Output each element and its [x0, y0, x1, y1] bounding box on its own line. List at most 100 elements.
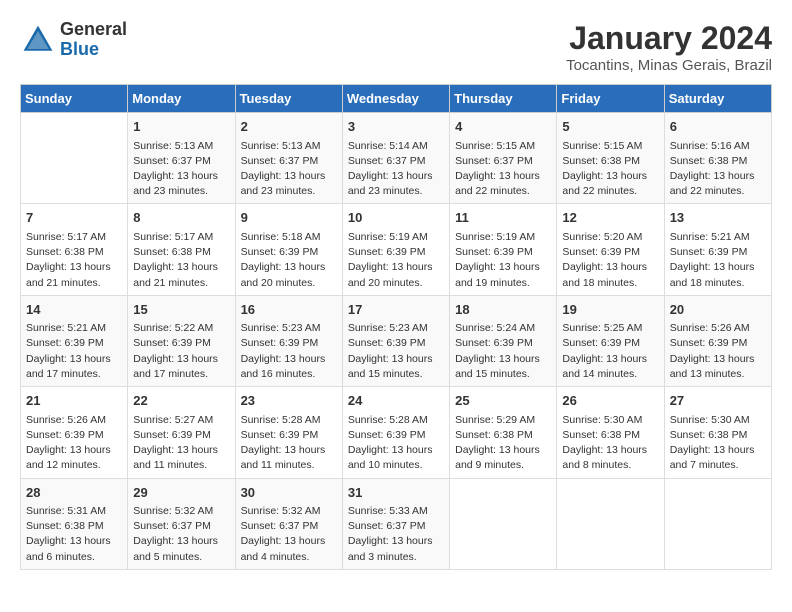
calendar-cell: 27Sunrise: 5:30 AM Sunset: 6:38 PM Dayli… — [664, 387, 771, 478]
calendar-cell: 17Sunrise: 5:23 AM Sunset: 6:39 PM Dayli… — [342, 295, 449, 386]
calendar-cell: 16Sunrise: 5:23 AM Sunset: 6:39 PM Dayli… — [235, 295, 342, 386]
col-saturday: Saturday — [664, 85, 771, 113]
day-detail: Sunrise: 5:20 AM Sunset: 6:39 PM Dayligh… — [562, 230, 658, 291]
calendar-cell: 15Sunrise: 5:22 AM Sunset: 6:39 PM Dayli… — [128, 295, 235, 386]
day-detail: Sunrise: 5:23 AM Sunset: 6:39 PM Dayligh… — [241, 321, 337, 382]
calendar-cell: 23Sunrise: 5:28 AM Sunset: 6:39 PM Dayli… — [235, 387, 342, 478]
calendar-cell: 13Sunrise: 5:21 AM Sunset: 6:39 PM Dayli… — [664, 204, 771, 295]
calendar-cell: 12Sunrise: 5:20 AM Sunset: 6:39 PM Dayli… — [557, 204, 664, 295]
day-number: 1 — [133, 117, 229, 137]
day-number: 21 — [26, 391, 122, 411]
day-detail: Sunrise: 5:30 AM Sunset: 6:38 PM Dayligh… — [670, 413, 766, 474]
calendar-cell: 7Sunrise: 5:17 AM Sunset: 6:38 PM Daylig… — [21, 204, 128, 295]
col-sunday: Sunday — [21, 85, 128, 113]
calendar-cell: 30Sunrise: 5:32 AM Sunset: 6:37 PM Dayli… — [235, 478, 342, 569]
day-number: 25 — [455, 391, 551, 411]
col-tuesday: Tuesday — [235, 85, 342, 113]
calendar-cell: 24Sunrise: 5:28 AM Sunset: 6:39 PM Dayli… — [342, 387, 449, 478]
calendar-cell: 31Sunrise: 5:33 AM Sunset: 6:37 PM Dayli… — [342, 478, 449, 569]
day-detail: Sunrise: 5:28 AM Sunset: 6:39 PM Dayligh… — [348, 413, 444, 474]
calendar-cell: 6Sunrise: 5:16 AM Sunset: 6:38 PM Daylig… — [664, 113, 771, 204]
calendar-cell: 26Sunrise: 5:30 AM Sunset: 6:38 PM Dayli… — [557, 387, 664, 478]
day-detail: Sunrise: 5:27 AM Sunset: 6:39 PM Dayligh… — [133, 413, 229, 474]
day-number: 22 — [133, 391, 229, 411]
calendar-cell: 11Sunrise: 5:19 AM Sunset: 6:39 PM Dayli… — [450, 204, 557, 295]
calendar-table: Sunday Monday Tuesday Wednesday Thursday… — [20, 84, 772, 570]
day-detail: Sunrise: 5:23 AM Sunset: 6:39 PM Dayligh… — [348, 321, 444, 382]
day-detail: Sunrise: 5:25 AM Sunset: 6:39 PM Dayligh… — [562, 321, 658, 382]
day-number: 17 — [348, 300, 444, 320]
calendar-cell: 8Sunrise: 5:17 AM Sunset: 6:38 PM Daylig… — [128, 204, 235, 295]
day-detail: Sunrise: 5:17 AM Sunset: 6:38 PM Dayligh… — [133, 230, 229, 291]
day-detail: Sunrise: 5:24 AM Sunset: 6:39 PM Dayligh… — [455, 321, 551, 382]
day-number: 27 — [670, 391, 766, 411]
day-detail: Sunrise: 5:26 AM Sunset: 6:39 PM Dayligh… — [670, 321, 766, 382]
day-detail: Sunrise: 5:19 AM Sunset: 6:39 PM Dayligh… — [455, 230, 551, 291]
day-number: 7 — [26, 208, 122, 228]
day-detail: Sunrise: 5:32 AM Sunset: 6:37 PM Dayligh… — [133, 504, 229, 565]
calendar-cell: 20Sunrise: 5:26 AM Sunset: 6:39 PM Dayli… — [664, 295, 771, 386]
logo: General Blue — [20, 20, 127, 60]
day-detail: Sunrise: 5:15 AM Sunset: 6:38 PM Dayligh… — [562, 139, 658, 200]
calendar-cell: 5Sunrise: 5:15 AM Sunset: 6:38 PM Daylig… — [557, 113, 664, 204]
day-detail: Sunrise: 5:15 AM Sunset: 6:37 PM Dayligh… — [455, 139, 551, 200]
calendar-cell: 19Sunrise: 5:25 AM Sunset: 6:39 PM Dayli… — [557, 295, 664, 386]
day-number: 16 — [241, 300, 337, 320]
calendar-week-row: 1Sunrise: 5:13 AM Sunset: 6:37 PM Daylig… — [21, 113, 772, 204]
day-number: 4 — [455, 117, 551, 137]
day-detail: Sunrise: 5:26 AM Sunset: 6:39 PM Dayligh… — [26, 413, 122, 474]
calendar-cell: 29Sunrise: 5:32 AM Sunset: 6:37 PM Dayli… — [128, 478, 235, 569]
col-monday: Monday — [128, 85, 235, 113]
day-number: 31 — [348, 483, 444, 503]
calendar-week-row: 14Sunrise: 5:21 AM Sunset: 6:39 PM Dayli… — [21, 295, 772, 386]
day-detail: Sunrise: 5:13 AM Sunset: 6:37 PM Dayligh… — [241, 139, 337, 200]
day-number: 9 — [241, 208, 337, 228]
calendar-cell: 10Sunrise: 5:19 AM Sunset: 6:39 PM Dayli… — [342, 204, 449, 295]
calendar-cell — [557, 478, 664, 569]
calendar-cell — [21, 113, 128, 204]
col-wednesday: Wednesday — [342, 85, 449, 113]
day-detail: Sunrise: 5:30 AM Sunset: 6:38 PM Dayligh… — [562, 413, 658, 474]
day-number: 6 — [670, 117, 766, 137]
day-number: 3 — [348, 117, 444, 137]
calendar-cell: 1Sunrise: 5:13 AM Sunset: 6:37 PM Daylig… — [128, 113, 235, 204]
day-detail: Sunrise: 5:19 AM Sunset: 6:39 PM Dayligh… — [348, 230, 444, 291]
day-detail: Sunrise: 5:22 AM Sunset: 6:39 PM Dayligh… — [133, 321, 229, 382]
day-detail: Sunrise: 5:21 AM Sunset: 6:39 PM Dayligh… — [26, 321, 122, 382]
calendar-cell: 25Sunrise: 5:29 AM Sunset: 6:38 PM Dayli… — [450, 387, 557, 478]
sub-title: Tocantins, Minas Gerais, Brazil — [566, 57, 772, 74]
day-detail: Sunrise: 5:21 AM Sunset: 6:39 PM Dayligh… — [670, 230, 766, 291]
day-number: 19 — [562, 300, 658, 320]
day-number: 10 — [348, 208, 444, 228]
day-number: 28 — [26, 483, 122, 503]
col-friday: Friday — [557, 85, 664, 113]
day-number: 26 — [562, 391, 658, 411]
day-number: 2 — [241, 117, 337, 137]
day-number: 24 — [348, 391, 444, 411]
day-number: 15 — [133, 300, 229, 320]
day-detail: Sunrise: 5:18 AM Sunset: 6:39 PM Dayligh… — [241, 230, 337, 291]
day-detail: Sunrise: 5:13 AM Sunset: 6:37 PM Dayligh… — [133, 139, 229, 200]
day-number: 13 — [670, 208, 766, 228]
calendar-week-row: 28Sunrise: 5:31 AM Sunset: 6:38 PM Dayli… — [21, 478, 772, 569]
calendar-header-row: Sunday Monday Tuesday Wednesday Thursday… — [21, 85, 772, 113]
day-detail: Sunrise: 5:29 AM Sunset: 6:38 PM Dayligh… — [455, 413, 551, 474]
day-detail: Sunrise: 5:33 AM Sunset: 6:37 PM Dayligh… — [348, 504, 444, 565]
day-detail: Sunrise: 5:16 AM Sunset: 6:38 PM Dayligh… — [670, 139, 766, 200]
day-number: 29 — [133, 483, 229, 503]
col-thursday: Thursday — [450, 85, 557, 113]
day-number: 18 — [455, 300, 551, 320]
day-detail: Sunrise: 5:14 AM Sunset: 6:37 PM Dayligh… — [348, 139, 444, 200]
logo-icon — [20, 22, 56, 58]
title-block: January 2024 Tocantins, Minas Gerais, Br… — [566, 20, 772, 74]
calendar-cell: 2Sunrise: 5:13 AM Sunset: 6:37 PM Daylig… — [235, 113, 342, 204]
calendar-cell: 3Sunrise: 5:14 AM Sunset: 6:37 PM Daylig… — [342, 113, 449, 204]
calendar-cell: 28Sunrise: 5:31 AM Sunset: 6:38 PM Dayli… — [21, 478, 128, 569]
calendar-cell: 4Sunrise: 5:15 AM Sunset: 6:37 PM Daylig… — [450, 113, 557, 204]
calendar-cell — [450, 478, 557, 569]
day-number: 20 — [670, 300, 766, 320]
calendar-cell: 14Sunrise: 5:21 AM Sunset: 6:39 PM Dayli… — [21, 295, 128, 386]
day-number: 12 — [562, 208, 658, 228]
calendar-week-row: 21Sunrise: 5:26 AM Sunset: 6:39 PM Dayli… — [21, 387, 772, 478]
day-detail: Sunrise: 5:28 AM Sunset: 6:39 PM Dayligh… — [241, 413, 337, 474]
